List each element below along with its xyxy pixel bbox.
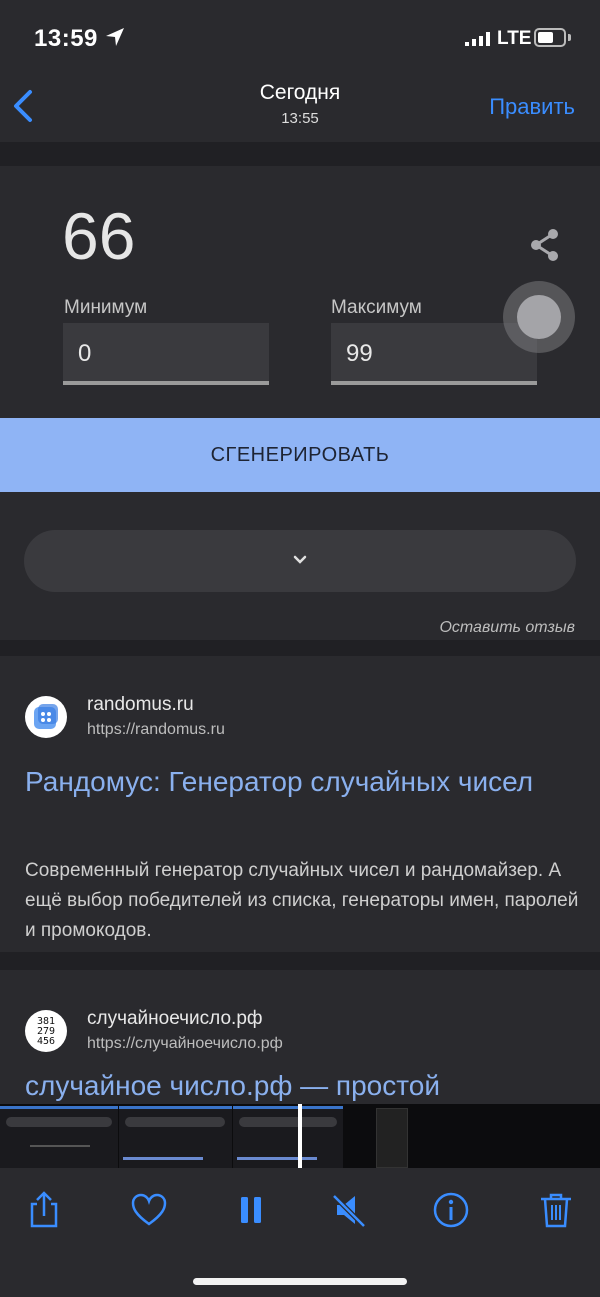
edit-button[interactable]: Править	[489, 94, 575, 120]
site-url: https://случайноечисло.рф	[87, 1035, 283, 1052]
trash-icon[interactable]	[536, 1190, 576, 1230]
site-url: https://randomus.ru	[87, 721, 225, 738]
site-favicon: 381 279 456	[25, 1010, 67, 1052]
random-number-card: 66 Минимум 0 Максимум 99 СГЕНЕРИРОВАТЬ О…	[0, 166, 600, 640]
status-time: 13:59	[34, 25, 98, 52]
result-title-link[interactable]: случайное число.рф — простой	[25, 1066, 565, 1104]
battery-icon	[534, 28, 566, 47]
randomus-logo-icon	[34, 704, 58, 729]
min-value: 0	[78, 340, 92, 367]
result-snippet: Современный генератор случайных чисел и …	[25, 860, 579, 941]
share-icon[interactable]	[24, 1190, 64, 1230]
photo-viewer-header: 13:59 LTE Сегодня 13:55 Править	[0, 0, 600, 142]
battery-nub	[568, 34, 571, 41]
chevron-down-icon	[293, 555, 307, 564]
site-favicon	[25, 696, 67, 738]
filmstrip-thumbnail	[376, 1108, 408, 1168]
home-indicator[interactable]	[193, 1278, 407, 1285]
signal-icon	[465, 32, 490, 46]
result-title-link[interactable]: Рандомус: Генератор случайных чисел	[25, 762, 565, 802]
assistive-touch-button[interactable]	[503, 281, 575, 353]
max-label: Максимум	[331, 297, 422, 318]
share-icon[interactable]	[529, 228, 561, 262]
heart-icon[interactable]	[129, 1190, 169, 1230]
site-name: случайноечисло.рф	[87, 1008, 263, 1029]
min-field[interactable]: 0	[63, 323, 269, 385]
video-scrubber[interactable]	[0, 1104, 600, 1168]
bottom-toolbar	[0, 1168, 600, 1297]
network-type: LTE	[497, 28, 532, 49]
generate-button[interactable]: СГЕНЕРИРОВАТЬ	[0, 418, 600, 492]
site-name: randomus.ru	[87, 694, 194, 715]
pause-icon[interactable]	[231, 1190, 271, 1230]
filmstrip-frame	[233, 1106, 343, 1168]
min-label: Минимум	[64, 297, 148, 318]
location-arrow-icon	[106, 28, 124, 46]
scrubber-playhead[interactable]	[298, 1104, 302, 1168]
generated-number: 66	[62, 199, 136, 273]
feedback-link[interactable]: Оставить отзыв	[439, 619, 575, 637]
filmstrip-frame	[0, 1106, 118, 1168]
mute-icon[interactable]	[329, 1190, 369, 1230]
photo-content: 66 Минимум 0 Максимум 99 СГЕНЕРИРОВАТЬ О…	[0, 142, 600, 1104]
max-value: 99	[346, 340, 373, 367]
number-grid-logo-icon: 381 279 456	[37, 1016, 55, 1047]
expand-options-button[interactable]	[24, 530, 576, 592]
filmstrip-frame	[119, 1106, 232, 1168]
search-result[interactable]: randomus.ru https://randomus.ru Рандомус…	[0, 656, 600, 952]
info-icon[interactable]	[431, 1190, 471, 1230]
search-result[interactable]: 381 279 456 случайноечисло.рф https://сл…	[0, 970, 600, 1104]
svg-text:456: 456	[37, 1036, 55, 1047]
